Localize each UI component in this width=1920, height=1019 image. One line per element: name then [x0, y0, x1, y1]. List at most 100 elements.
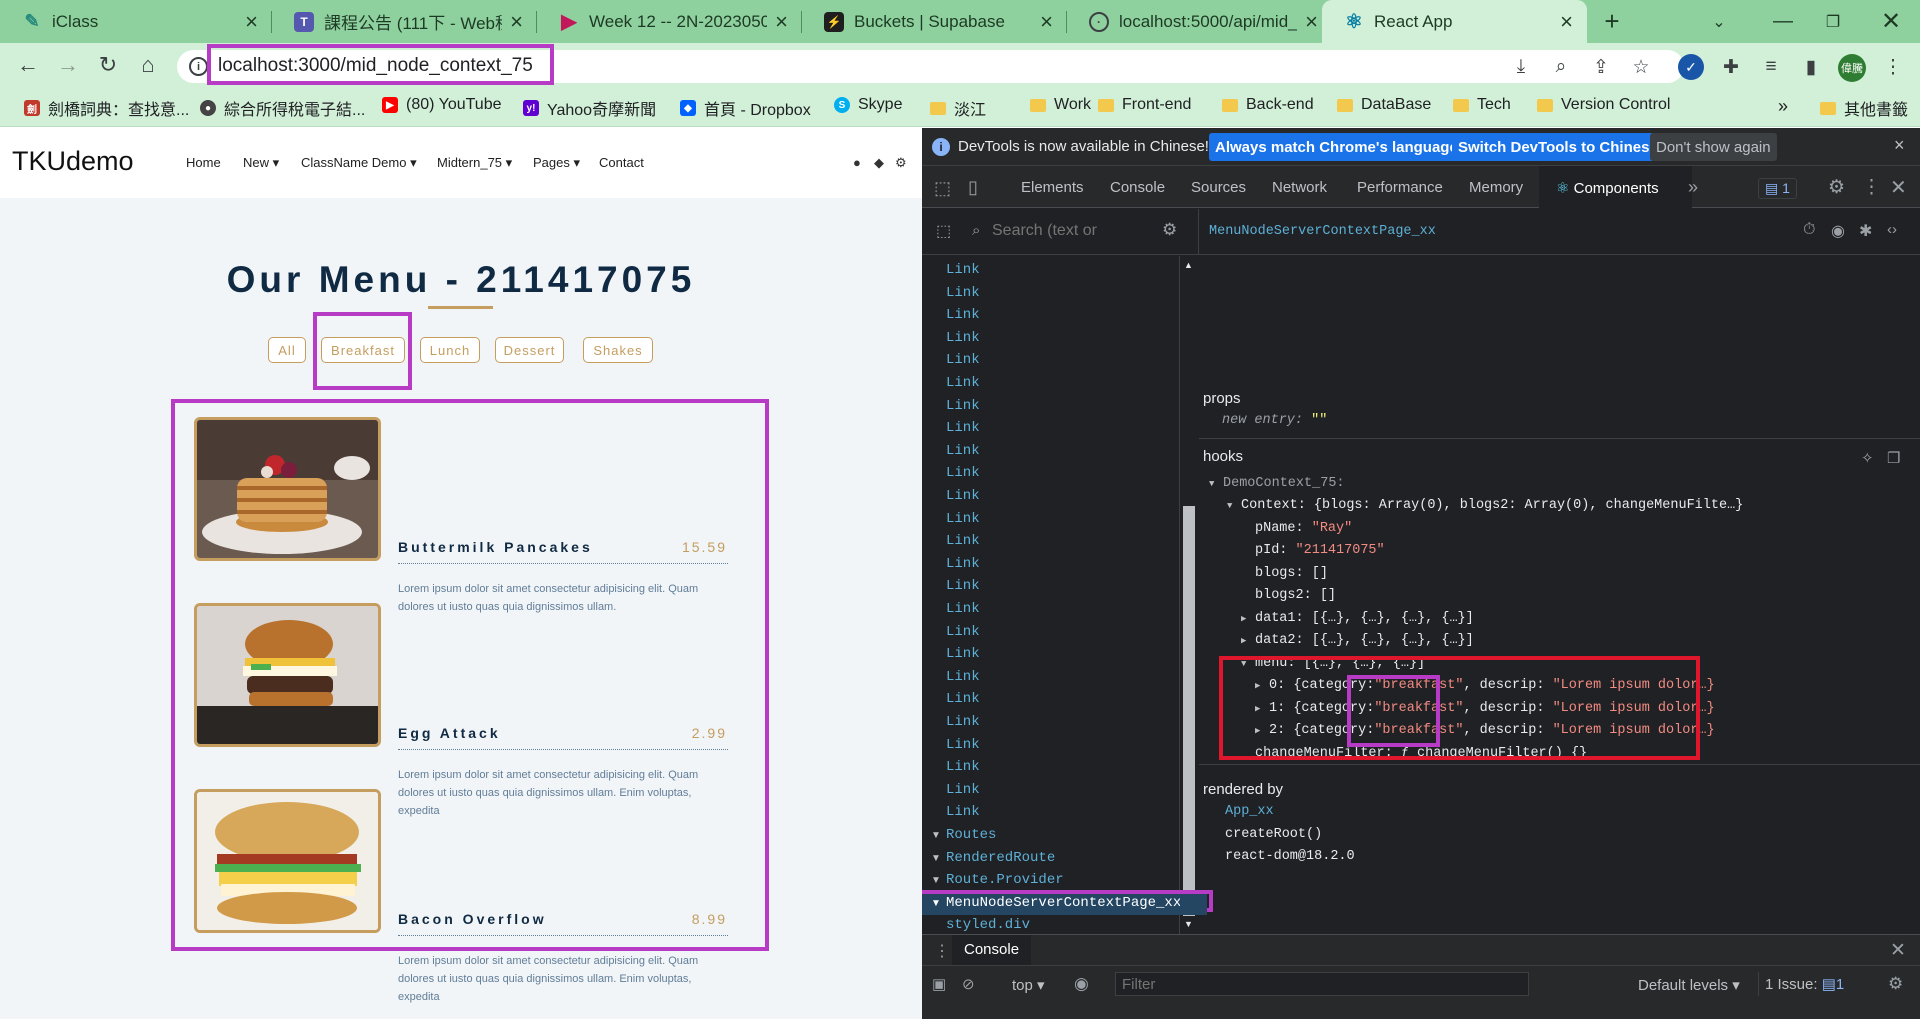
filter-lunch-button[interactable]: Lunch: [420, 337, 480, 363]
close-tab-icon[interactable]: ×: [1560, 9, 1573, 35]
tree-node-link[interactable]: Link: [946, 262, 980, 278]
hook-data2[interactable]: ▶ data2: [{…}, {…}, {…}, {…}]: [1241, 633, 1474, 648]
component-search-input[interactable]: [992, 219, 1122, 243]
bookmark-item[interactable]: y! Yahoo奇摩新聞: [523, 96, 656, 120]
minimize-button[interactable]: —: [1758, 0, 1808, 43]
tree-node-link[interactable]: Link: [946, 759, 980, 775]
filter-breakfast-button[interactable]: Breakfast: [321, 337, 405, 363]
nav-contact[interactable]: Contact: [599, 155, 644, 170]
tree-node-link[interactable]: Link: [946, 691, 980, 707]
hook-context-name[interactable]: ▼ DemoContext_75:: [1209, 476, 1345, 491]
share-icon[interactable]: ⇪: [1588, 54, 1614, 80]
kebab-menu-icon[interactable]: ⋮: [1862, 176, 1881, 199]
browser-tab[interactable]: ▶ Week 12 -- 2N-20230503 ×: [537, 0, 802, 43]
menu-entry-0[interactable]: ▶ 0: {category:"breakfast", descrip: "Lor…: [1255, 678, 1715, 693]
close-drawer-icon[interactable]: ✕: [1890, 939, 1906, 962]
tab-memory[interactable]: Memory: [1469, 179, 1523, 196]
rendered-by-app[interactable]: App_xx: [1225, 804, 1274, 819]
tree-node-link[interactable]: Link: [946, 352, 980, 368]
bookmark-star-icon[interactable]: ☆: [1628, 54, 1654, 80]
close-tab-icon[interactable]: ×: [1040, 9, 1053, 35]
nav-classname-demo[interactable]: ClassName Demo ▾: [301, 155, 417, 171]
bookmark-folder[interactable]: Back-end: [1222, 96, 1314, 114]
browser-tab[interactable]: · localhost:5000/api/mid_7 ×: [1067, 0, 1332, 43]
tree-node-link[interactable]: Link: [946, 646, 980, 662]
bookmark-folder[interactable]: DataBase: [1337, 96, 1431, 114]
expand-arrow-icon[interactable]: ▼: [931, 898, 941, 909]
context-selector[interactable]: top ▾: [1012, 976, 1045, 994]
console-settings-gear-icon[interactable]: ⚙: [1888, 974, 1903, 994]
expand-arrow-icon[interactable]: ▼: [931, 853, 941, 864]
profile-avatar[interactable]: 偉騰: [1838, 54, 1866, 82]
tree-node-link[interactable]: Link: [946, 624, 980, 640]
bookmark-folder[interactable]: 淡江: [930, 96, 986, 120]
extensions-puzzle-icon[interactable]: ✚: [1718, 54, 1744, 80]
close-devtools-icon[interactable]: ✕: [1890, 175, 1907, 200]
browser-tab-active[interactable]: ⚛ React App ×: [1322, 0, 1587, 43]
tab-sources[interactable]: Sources: [1191, 179, 1246, 196]
site-brand[interactable]: TKUdemo: [12, 146, 134, 177]
menu-entry-1[interactable]: ▶ 1: {category:"breakfast", descrip: "Lor…: [1255, 701, 1715, 716]
tree-node[interactable]: styled.div: [946, 917, 1030, 933]
switch-chinese-button[interactable]: Switch DevTools to Chinese: [1452, 133, 1664, 161]
select-element-icon[interactable]: ⬚: [936, 221, 951, 241]
side-panel-icon[interactable]: ▮: [1798, 54, 1824, 80]
tree-node-link[interactable]: Link: [946, 737, 980, 753]
tree-node-link[interactable]: Link: [946, 556, 980, 572]
more-bookmarks-button[interactable]: »: [1778, 96, 1788, 117]
match-language-button[interactable]: Always match Chrome's language: [1209, 133, 1464, 161]
install-icon[interactable]: ⤓: [1508, 54, 1534, 80]
settings-gear-icon[interactable]: ⚙: [1828, 176, 1845, 199]
hook-menu[interactable]: ▼ menu: [{…}, {…}, {…}]: [1241, 656, 1425, 671]
scroll-down-icon[interactable]: ▼: [1184, 919, 1193, 929]
bookmark-folder[interactable]: Front-end: [1098, 96, 1191, 114]
tree-node-link[interactable]: Link: [946, 804, 980, 820]
tab-search-icon[interactable]: ⌄: [1694, 0, 1744, 43]
tree-node-link[interactable]: Link: [946, 782, 980, 798]
settings-gear-icon[interactable]: ⚙: [895, 155, 907, 171]
bookmark-item[interactable]: ▶ (80) YouTube: [382, 96, 501, 114]
drawer-tab-console[interactable]: Console: [952, 935, 1032, 965]
bookmark-item[interactable]: S Skype: [834, 96, 902, 114]
bookmark-folder[interactable]: Tech: [1453, 96, 1511, 114]
inspect-element-icon[interactable]: ⬚: [934, 178, 951, 199]
tree-node-link[interactable]: Link: [946, 375, 980, 391]
bookmark-folder[interactable]: Work: [1030, 96, 1091, 114]
dont-show-again-button[interactable]: Don't show again: [1650, 133, 1777, 161]
tab-components[interactable]: ⚛ Components: [1556, 179, 1659, 197]
other-bookmarks-folder[interactable]: 其他書籤: [1820, 96, 1908, 120]
tab-console[interactable]: Console: [1110, 179, 1165, 196]
log-levels-dropdown[interactable]: Default levels ▾: [1638, 976, 1740, 994]
close-infobar-icon[interactable]: ×: [1894, 135, 1905, 156]
tab-network[interactable]: Network: [1272, 179, 1327, 196]
bookmark-item[interactable]: 劍劍橋詞典：查找意...: [24, 96, 189, 120]
tree-node-link[interactable]: Link: [946, 285, 980, 301]
hook-data1[interactable]: ▶ data1: [{…}, {…}, {…}, {…}]: [1241, 611, 1474, 626]
tree-node-link[interactable]: Link: [946, 669, 980, 685]
new-tab-button[interactable]: +: [1597, 0, 1627, 43]
bookmark-folder[interactable]: Version Control: [1537, 96, 1670, 114]
copy-icon[interactable]: ❐: [1887, 449, 1900, 467]
close-tab-icon[interactable]: ×: [1305, 9, 1318, 35]
close-tab-icon[interactable]: ×: [775, 9, 788, 35]
tree-node-link[interactable]: Link: [946, 307, 980, 323]
menu-entry-2[interactable]: ▶ 2: {category:"breakfast", descrip: "Lor…: [1255, 723, 1715, 738]
address-text[interactable]: localhost:3000/mid_node_context_75: [218, 55, 533, 77]
tree-node-selected[interactable]: MenuNodeServerContextPage_xx: [946, 895, 1180, 911]
site-info-icon[interactable]: i: [189, 57, 208, 76]
forward-icon[interactable]: →: [52, 49, 84, 81]
reading-list-icon[interactable]: ≡: [1758, 54, 1784, 80]
props-new-entry[interactable]: new entry: "": [1222, 413, 1327, 428]
filter-dessert-button[interactable]: Dessert: [495, 337, 564, 363]
filter-shakes-button[interactable]: Shakes: [583, 337, 653, 363]
browser-tab[interactable]: ✎ iClass ×: [0, 0, 272, 43]
close-tab-icon[interactable]: ×: [245, 9, 258, 35]
more-tabs-icon[interactable]: »: [1688, 177, 1698, 198]
tree-node-link[interactable]: Link: [946, 465, 980, 481]
hook-context-summary[interactable]: ▼ Context: {blogs: Array(0), blogs2: Arra…: [1227, 498, 1743, 513]
tree-node[interactable]: Route.Provider: [946, 872, 1064, 888]
zoom-icon[interactable]: ⌕: [1548, 54, 1574, 80]
back-icon[interactable]: ←: [12, 49, 44, 81]
scroll-up-icon[interactable]: ▲: [1184, 260, 1193, 270]
sidebar-toggle-icon[interactable]: ▣: [932, 975, 946, 993]
